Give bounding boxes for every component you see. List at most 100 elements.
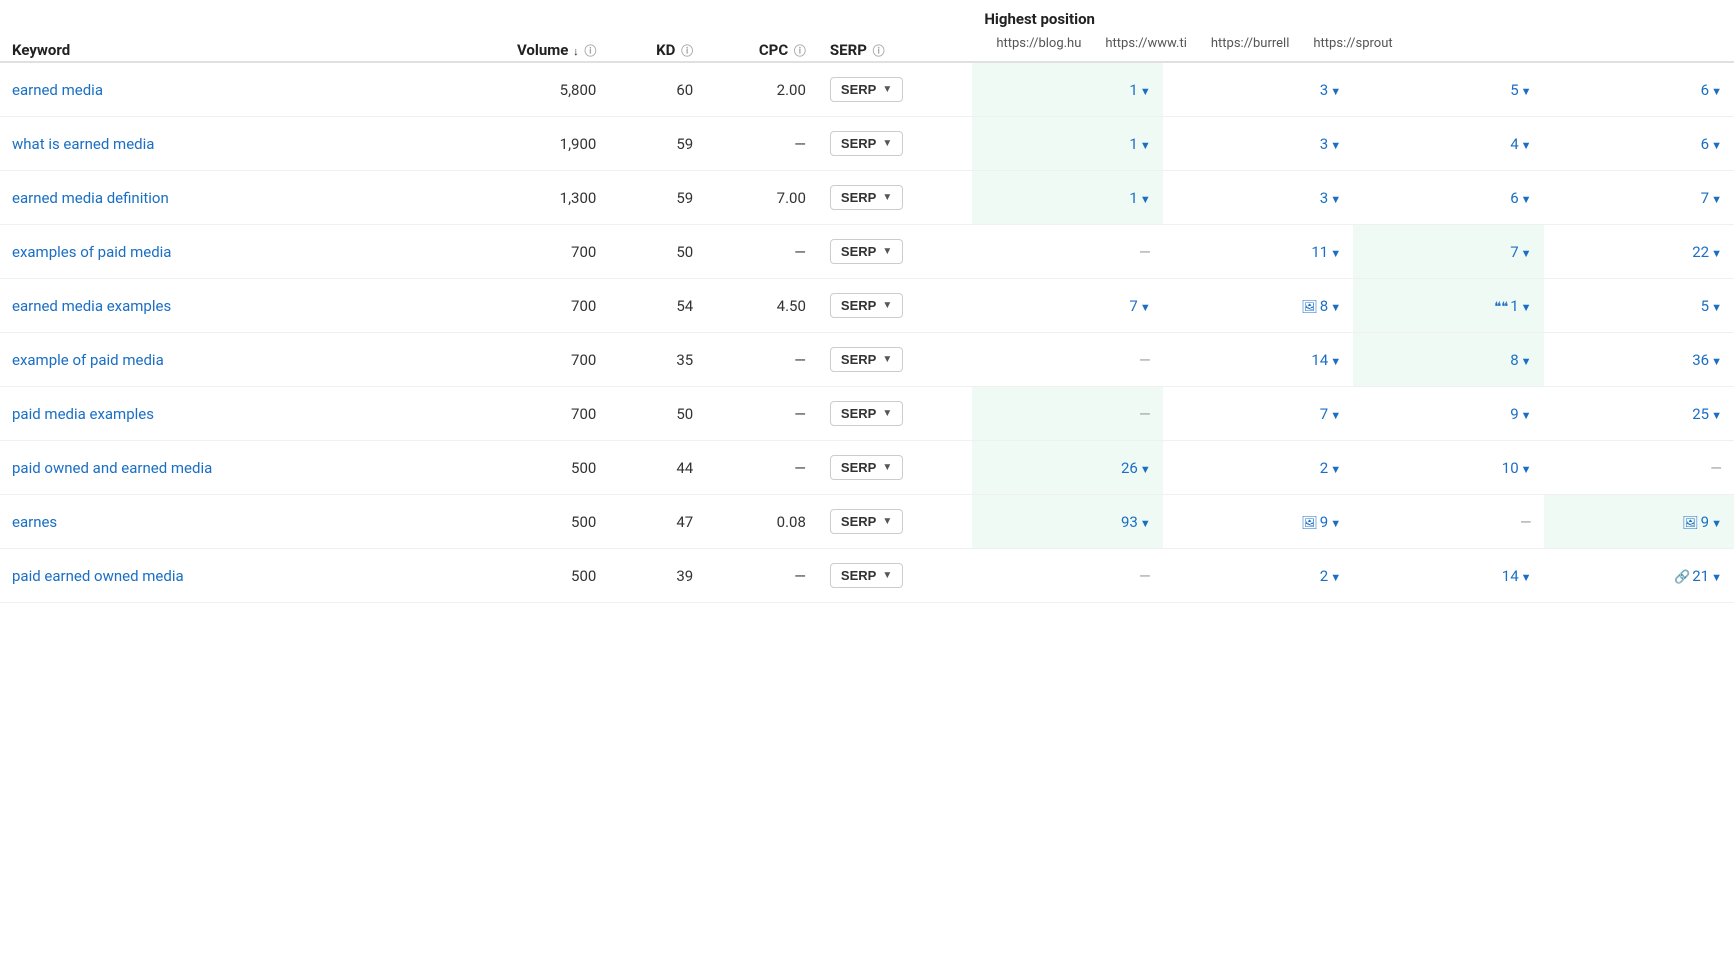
position-arrow-icon[interactable]: ▼ — [1521, 247, 1532, 260]
position-arrow-icon[interactable]: ▼ — [1521, 139, 1532, 152]
position-arrow-icon[interactable]: ▼ — [1140, 301, 1151, 314]
position-cell-1[interactable]: 14▼ — [1163, 333, 1353, 387]
position-cell-0[interactable]: — — [972, 549, 1162, 603]
serp-button[interactable]: SERP ▼ — [830, 131, 903, 156]
position-cell-3[interactable]: 🔗21▼ — [1544, 549, 1734, 603]
position-arrow-icon[interactable]: ▼ — [1330, 409, 1341, 422]
position-arrow-icon[interactable]: ▼ — [1330, 571, 1341, 584]
position-arrow-icon[interactable]: ▼ — [1711, 517, 1722, 530]
position-cell-2[interactable]: 4▼ — [1353, 117, 1543, 171]
position-arrow-icon[interactable]: ▼ — [1330, 193, 1341, 206]
position-arrow-icon[interactable]: ▼ — [1711, 409, 1722, 422]
position-arrow-icon[interactable]: ▼ — [1711, 139, 1722, 152]
position-cell-2[interactable]: 6▼ — [1353, 171, 1543, 225]
position-cell-0[interactable]: — — [972, 225, 1162, 279]
position-arrow-icon[interactable]: ▼ — [1330, 139, 1341, 152]
position-arrow-icon[interactable]: ▼ — [1140, 85, 1151, 98]
position-cell-0[interactable]: 7▼ — [972, 279, 1162, 333]
position-arrow-icon[interactable]: ▼ — [1711, 85, 1722, 98]
serp-button[interactable]: SERP ▼ — [830, 77, 903, 102]
keyword-cell[interactable]: paid earned owned media — [0, 549, 444, 603]
position-cell-1[interactable]: 2▼ — [1163, 441, 1353, 495]
position-cell-3[interactable]: 6▼ — [1544, 62, 1734, 117]
keyword-cell[interactable]: paid media examples — [0, 387, 444, 441]
position-arrow-icon[interactable]: ▼ — [1330, 463, 1341, 476]
position-cell-3[interactable]: 6▼ — [1544, 117, 1734, 171]
position-arrow-icon[interactable]: ▼ — [1521, 85, 1532, 98]
position-cell-2[interactable]: 8▼ — [1353, 333, 1543, 387]
position-cell-3[interactable]: — — [1544, 441, 1734, 495]
position-cell-2[interactable]: 14▼ — [1353, 549, 1543, 603]
position-arrow-icon[interactable]: ▼ — [1521, 301, 1532, 314]
position-arrow-icon[interactable]: ▼ — [1140, 517, 1151, 530]
position-arrow-icon[interactable]: ▼ — [1711, 301, 1722, 314]
keyword-cell[interactable]: paid owned and earned media — [0, 441, 444, 495]
position-arrow-icon[interactable]: ▼ — [1521, 193, 1532, 206]
position-arrow-icon[interactable]: ▼ — [1330, 517, 1341, 530]
serp-button[interactable]: SERP ▼ — [830, 239, 903, 264]
position-cell-1[interactable]: 11▼ — [1163, 225, 1353, 279]
position-cell-1[interactable]: 7▼ — [1163, 387, 1353, 441]
position-cell-3[interactable]: 🖼9▼ — [1544, 495, 1734, 549]
position-cell-0[interactable]: 1▼ — [972, 117, 1162, 171]
cpc-cell: — — [705, 117, 818, 171]
keyword-cell[interactable]: examples of paid media — [0, 225, 444, 279]
position-cell-0[interactable]: — — [972, 387, 1162, 441]
serp-button[interactable]: SERP ▼ — [830, 347, 903, 372]
serp-button[interactable]: SERP ▼ — [830, 509, 903, 534]
serp-info-icon[interactable]: ⓘ — [873, 44, 885, 58]
keyword-cell[interactable]: what is earned media — [0, 117, 444, 171]
position-arrow-icon[interactable]: ▼ — [1711, 247, 1722, 260]
position-cell-2[interactable]: 10▼ — [1353, 441, 1543, 495]
position-cell-0[interactable]: 26▼ — [972, 441, 1162, 495]
position-arrow-icon[interactable]: ▼ — [1521, 355, 1532, 368]
position-arrow-icon[interactable]: ▼ — [1521, 463, 1532, 476]
serp-button[interactable]: SERP ▼ — [830, 455, 903, 480]
serp-cell: SERP ▼ — [818, 333, 972, 387]
position-cell-1[interactable]: 3▼ — [1163, 62, 1353, 117]
position-arrow-icon[interactable]: ▼ — [1330, 85, 1341, 98]
position-arrow-icon[interactable]: ▼ — [1330, 355, 1341, 368]
volume-info-icon[interactable]: ⓘ — [584, 44, 596, 58]
keyword-cell[interactable]: earned media examples — [0, 279, 444, 333]
serp-button[interactable]: SERP ▼ — [830, 293, 903, 318]
position-arrow-icon[interactable]: ▼ — [1521, 409, 1532, 422]
cpc-info-icon[interactable]: ⓘ — [794, 44, 806, 58]
position-cell-1[interactable]: 🖼8▼ — [1163, 279, 1353, 333]
position-cell-0[interactable]: 1▼ — [972, 62, 1162, 117]
position-cell-2[interactable]: 7▼ — [1353, 225, 1543, 279]
position-cell-3[interactable]: 36▼ — [1544, 333, 1734, 387]
position-arrow-icon[interactable]: ▼ — [1330, 301, 1341, 314]
position-arrow-icon[interactable]: ▼ — [1521, 571, 1532, 584]
position-arrow-icon[interactable]: ▼ — [1140, 463, 1151, 476]
position-arrow-icon[interactable]: ▼ — [1711, 355, 1722, 368]
position-cell-3[interactable]: 5▼ — [1544, 279, 1734, 333]
serp-button[interactable]: SERP ▼ — [830, 401, 903, 426]
kd-info-icon[interactable]: ⓘ — [681, 44, 693, 58]
position-cell-1[interactable]: 2▼ — [1163, 549, 1353, 603]
position-cell-3[interactable]: 25▼ — [1544, 387, 1734, 441]
position-cell-0[interactable]: — — [972, 333, 1162, 387]
position-cell-0[interactable]: 1▼ — [972, 171, 1162, 225]
keyword-cell[interactable]: earnes — [0, 495, 444, 549]
keyword-cell[interactable]: example of paid media — [0, 333, 444, 387]
position-cell-2[interactable]: ❝❝1▼ — [1353, 279, 1543, 333]
keyword-cell[interactable]: earned media — [0, 62, 444, 117]
position-arrow-icon[interactable]: ▼ — [1140, 193, 1151, 206]
serp-button[interactable]: SERP ▼ — [830, 563, 903, 588]
position-cell-0[interactable]: 93▼ — [972, 495, 1162, 549]
serp-button[interactable]: SERP ▼ — [830, 185, 903, 210]
position-cell-2[interactable]: 9▼ — [1353, 387, 1543, 441]
position-arrow-icon[interactable]: ▼ — [1330, 247, 1341, 260]
position-cell-3[interactable]: 22▼ — [1544, 225, 1734, 279]
position-cell-1[interactable]: 🖼9▼ — [1163, 495, 1353, 549]
position-arrow-icon[interactable]: ▼ — [1711, 571, 1722, 584]
position-arrow-icon[interactable]: ▼ — [1711, 193, 1722, 206]
position-arrow-icon[interactable]: ▼ — [1140, 139, 1151, 152]
position-cell-2[interactable]: 5▼ — [1353, 62, 1543, 117]
position-cell-3[interactable]: 7▼ — [1544, 171, 1734, 225]
position-cell-2[interactable]: — — [1353, 495, 1543, 549]
position-cell-1[interactable]: 3▼ — [1163, 171, 1353, 225]
keyword-cell[interactable]: earned media definition — [0, 171, 444, 225]
position-cell-1[interactable]: 3▼ — [1163, 117, 1353, 171]
